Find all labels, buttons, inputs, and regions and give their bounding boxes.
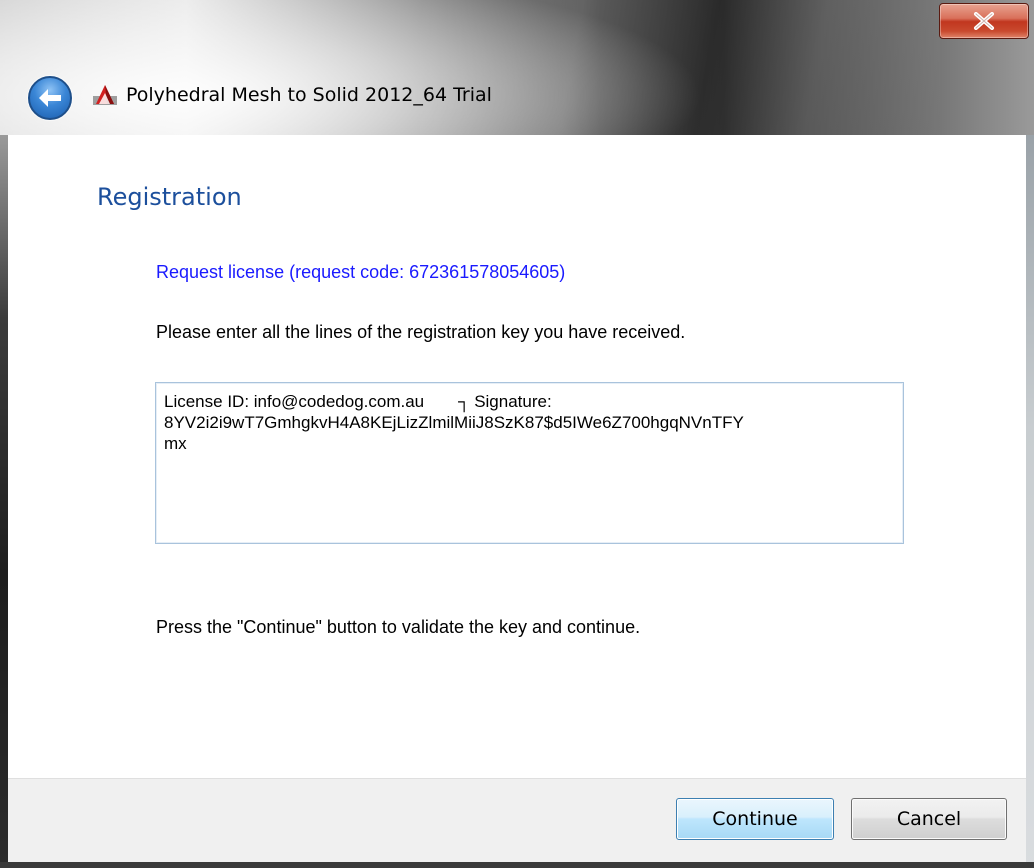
close-icon bbox=[974, 12, 994, 30]
continue-button[interactable]: Continue bbox=[676, 798, 834, 840]
signature-label-text: Signature: bbox=[474, 392, 552, 411]
request-license-link[interactable]: Request license (request code: 672361578… bbox=[156, 262, 565, 283]
registration-window: Polyhedral Mesh to Solid 2012_64 Trial R… bbox=[0, 0, 1034, 868]
line-break-glyph: ┐ bbox=[458, 392, 471, 411]
continue-hint-text: Press the "Continue" button to validate … bbox=[156, 617, 641, 637]
close-button[interactable] bbox=[939, 3, 1029, 39]
window-border-left bbox=[0, 135, 8, 868]
instruction-text: Please enter all the lines of the regist… bbox=[156, 322, 686, 342]
title-bar-glare bbox=[420, 0, 940, 135]
key-line-2: 8YV2i2i9wT7GmhgkvH4A8KEjLizZlmilMiiJ8SzK… bbox=[164, 413, 744, 432]
window-title: Polyhedral Mesh to Solid 2012_64 Trial bbox=[126, 84, 492, 106]
key-line-1: License ID: info@codedog.com.au ┐ Signatur… bbox=[164, 391, 895, 412]
back-button[interactable] bbox=[28, 76, 72, 120]
cancel-button[interactable]: Cancel bbox=[851, 798, 1007, 840]
app-logo-icon bbox=[93, 85, 117, 105]
page-title: Registration bbox=[97, 183, 242, 211]
registration-key-input[interactable]: License ID: info@codedog.com.au ┐ Signatur… bbox=[155, 382, 904, 544]
window-border-bottom bbox=[0, 862, 1034, 868]
key-line-3: mx bbox=[164, 434, 187, 453]
window-border-right bbox=[1026, 135, 1034, 868]
back-arrow-icon bbox=[39, 89, 61, 107]
license-id-text: License ID: info@codedog.com.au bbox=[164, 392, 425, 411]
